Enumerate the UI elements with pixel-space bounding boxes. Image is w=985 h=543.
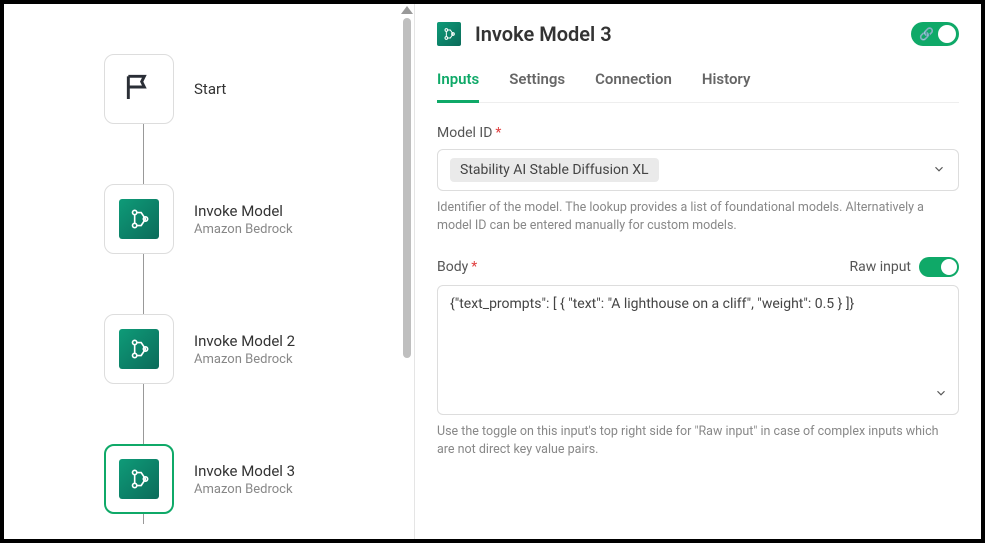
model-id-select[interactable]: Stability AI Stable Diffusion XL <box>437 149 959 191</box>
chevron-down-icon[interactable] <box>934 386 948 404</box>
tab-history[interactable]: History <box>702 70 751 102</box>
model-id-label: Model ID* <box>437 125 959 141</box>
node-subtitle: Amazon Bedrock <box>194 222 293 237</box>
body-help: Use the toggle on this input's top right… <box>437 423 959 459</box>
tab-inputs[interactable]: Inputs <box>437 70 479 103</box>
bedrock-icon <box>119 329 159 369</box>
node-invoke-model-2[interactable]: Invoke Model 2 Amazon Bedrock <box>104 314 295 384</box>
node-subtitle: Amazon Bedrock <box>194 352 295 367</box>
scroll-up-icon[interactable] <box>401 6 413 14</box>
body-input[interactable]: {"text_prompts": [ { "text": "A lighthou… <box>437 285 959 415</box>
node-start[interactable]: Start <box>104 54 295 124</box>
workflow-canvas[interactable]: Start Invoke Model Amazon Bedrock <box>4 4 414 539</box>
bedrock-icon <box>437 22 461 46</box>
panel-title: Invoke Model 3 <box>475 22 911 46</box>
node-details-panel: Invoke Model 3 🔗 Inputs Settings Connect… <box>414 4 981 539</box>
scroll-thumb[interactable] <box>403 18 411 358</box>
scrollbar[interactable] <box>400 4 414 539</box>
model-id-help: Identifier of the model. The lookup prov… <box>437 199 959 235</box>
node-title: Invoke Model <box>194 202 293 220</box>
model-id-label-text: Model ID <box>437 125 492 141</box>
raw-input-label: Raw input <box>849 259 911 275</box>
bedrock-icon <box>119 199 159 239</box>
node-title: Invoke Model 2 <box>194 332 295 350</box>
tab-connection[interactable]: Connection <box>595 70 672 102</box>
node-title: Invoke Model 3 <box>194 462 295 480</box>
chevron-down-icon <box>932 161 946 180</box>
link-icon: 🔗 <box>919 27 934 41</box>
body-value: {"text_prompts": [ { "text": "A lighthou… <box>450 296 854 312</box>
model-id-value-chip: Stability AI Stable Diffusion XL <box>450 158 659 182</box>
node-invoke-model[interactable]: Invoke Model Amazon Bedrock <box>104 184 295 254</box>
raw-input-toggle[interactable] <box>919 257 959 277</box>
bedrock-icon <box>119 459 159 499</box>
tab-settings[interactable]: Settings <box>509 70 565 102</box>
node-invoke-model-3[interactable]: Invoke Model 3 Amazon Bedrock <box>104 444 295 514</box>
body-label: Body* <box>437 259 477 275</box>
node-enabled-toggle[interactable]: 🔗 <box>911 22 959 46</box>
flag-icon <box>123 71 155 107</box>
node-title: Start <box>194 80 226 98</box>
node-subtitle: Amazon Bedrock <box>194 482 295 497</box>
body-label-text: Body <box>437 259 468 275</box>
panel-tabs: Inputs Settings Connection History <box>437 70 959 103</box>
